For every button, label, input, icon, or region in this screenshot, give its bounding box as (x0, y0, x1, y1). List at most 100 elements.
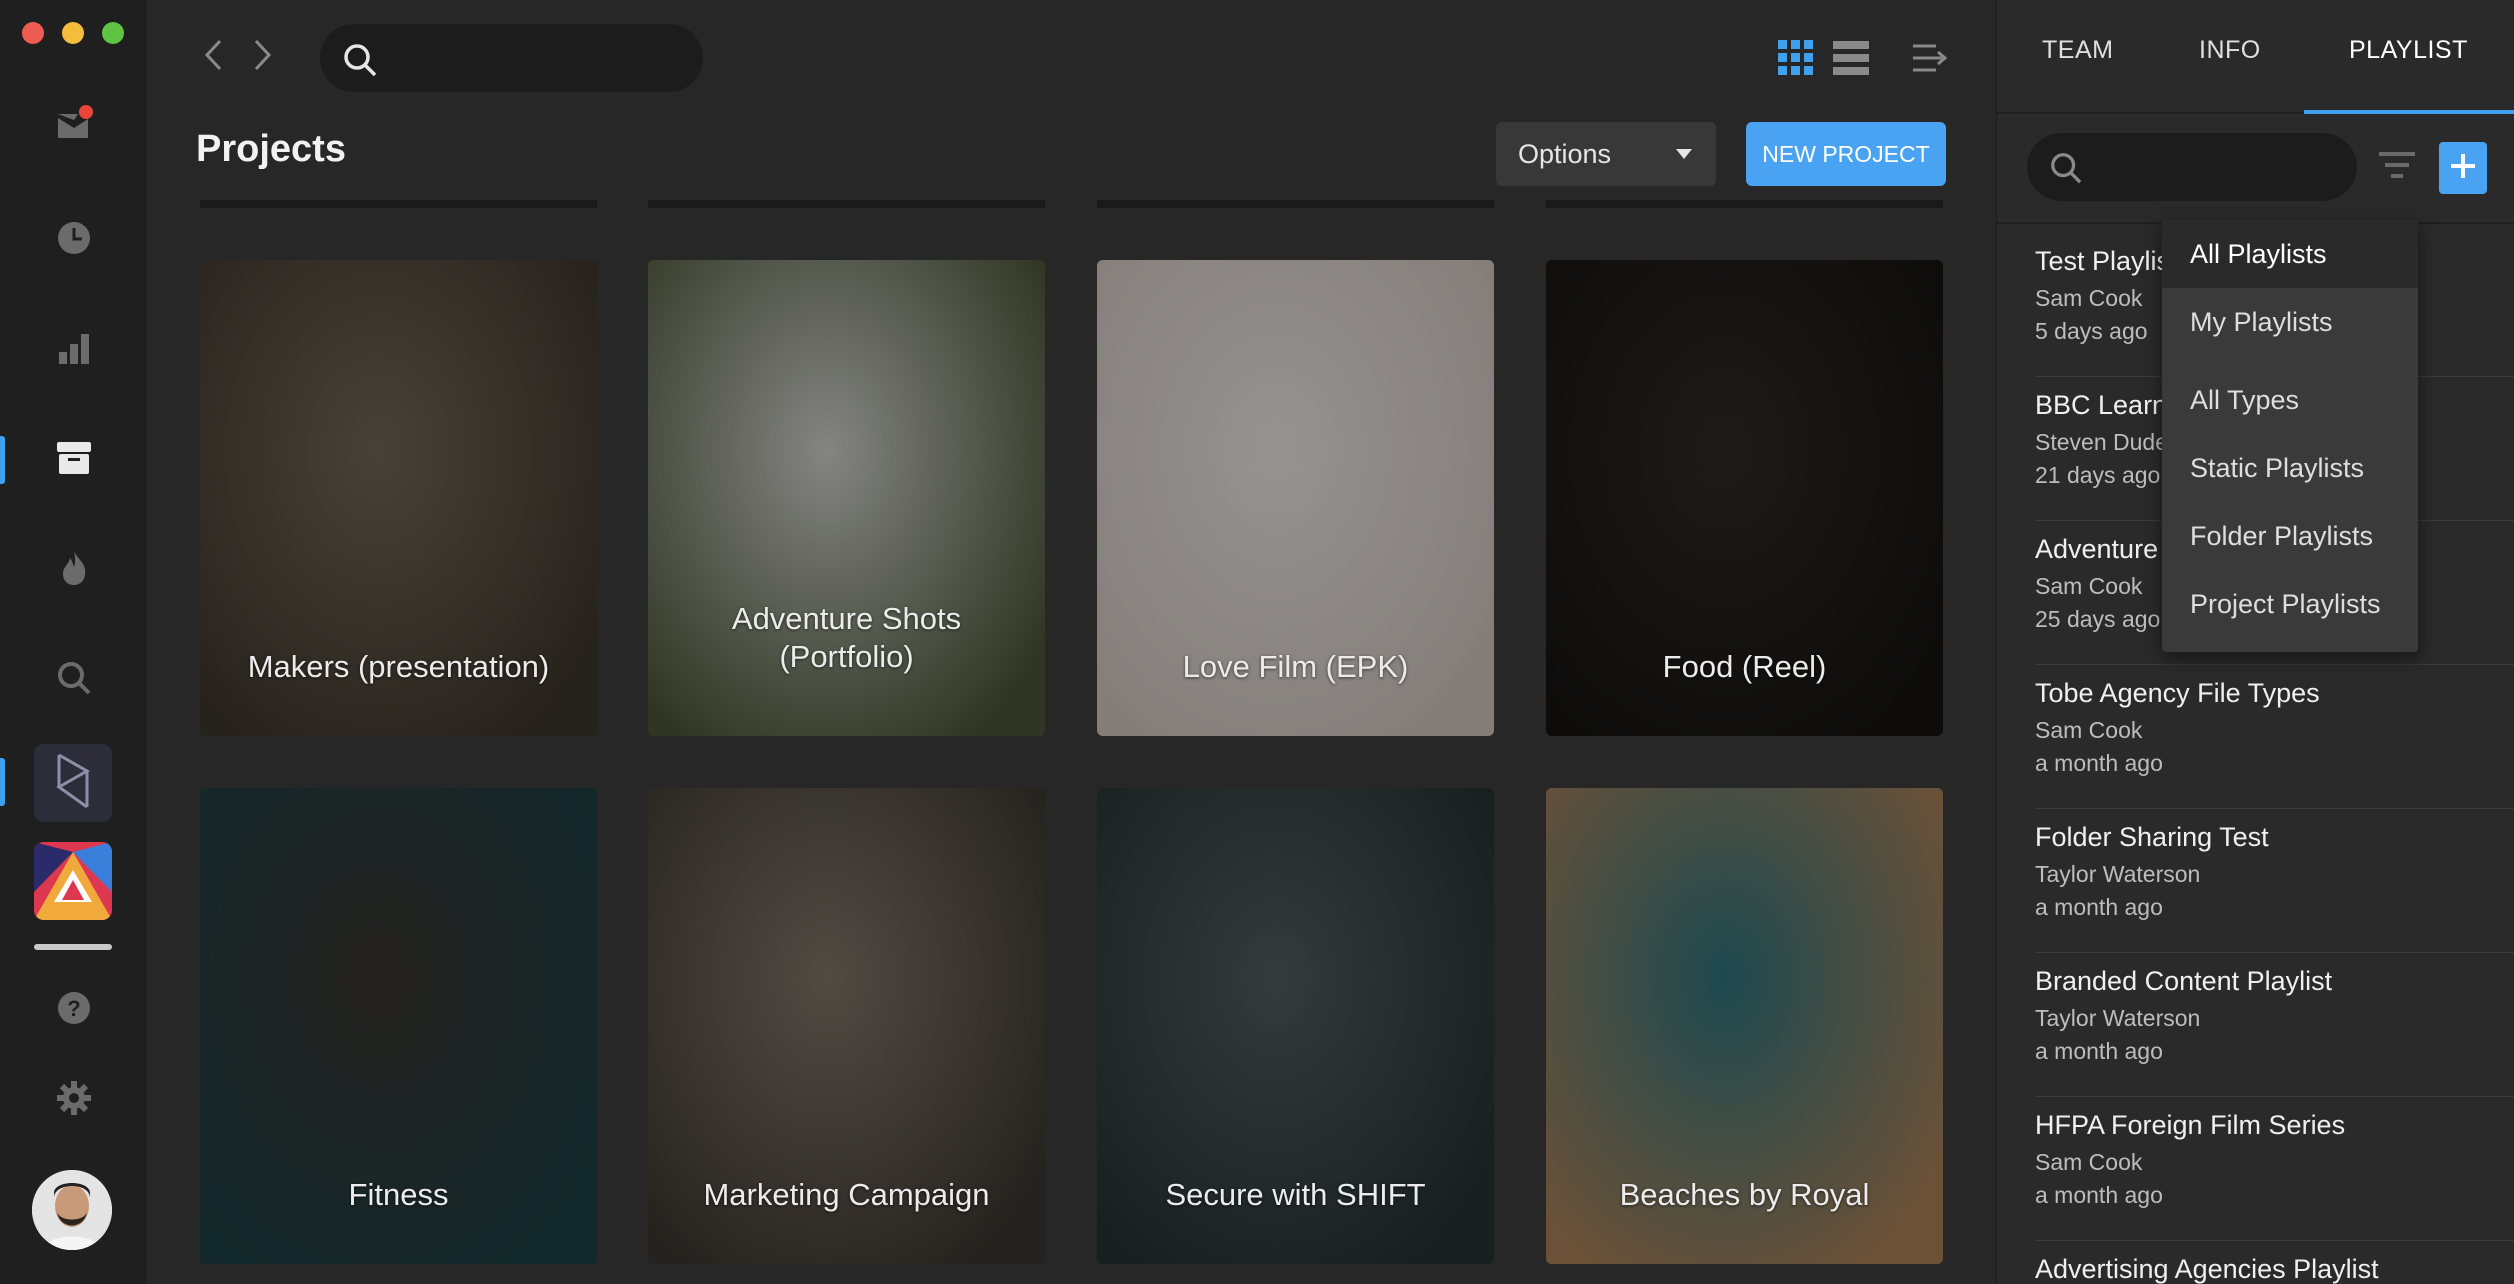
project-card[interactable]: Fitness (200, 788, 597, 1264)
inbox-icon (54, 104, 94, 149)
bar-chart-icon (56, 330, 92, 371)
back-button[interactable] (198, 38, 228, 76)
list-view-button[interactable] (1833, 40, 1869, 76)
chevron-left-icon (203, 38, 223, 77)
active-app-indicator (0, 758, 5, 806)
playlist-owner: Sam Cook (2035, 717, 2143, 743)
app-list-more (34, 944, 112, 950)
sidebar-item-recent[interactable] (0, 200, 147, 280)
filter-menu-item[interactable]: All Types (2162, 366, 2418, 434)
options-dropdown[interactable]: Options (1496, 122, 1716, 186)
gear-icon (56, 1080, 92, 1121)
project-card[interactable]: Beaches by Royal (1546, 788, 1943, 1264)
shift-logo-icon (51, 751, 95, 816)
playlist-date: a month ago (2035, 1182, 2163, 1208)
playlist-item[interactable]: Tobe Agency File Types Sam Cook a month ag… (2035, 678, 2495, 777)
project-card[interactable]: Adventure Shots (Portfolio) (648, 260, 1045, 736)
project-card[interactable]: Marketing Campaign (648, 788, 1045, 1264)
app-creative[interactable] (34, 842, 112, 920)
add-playlist-button[interactable] (2439, 142, 2487, 194)
list-divider (2035, 808, 2514, 809)
tab-info[interactable]: INFO (2199, 36, 2261, 65)
project-card[interactable]: Love Film (EPK) (1097, 260, 1494, 736)
playlist-title: Folder Sharing Test (2035, 822, 2269, 852)
page-title: Projects (196, 128, 346, 170)
search-bar[interactable] (320, 24, 703, 92)
avatar[interactable] (32, 1170, 112, 1250)
filter-menu-item[interactable]: All Playlists (2162, 220, 2418, 288)
playlist-date: a month ago (2035, 1038, 2163, 1064)
sidebar-item-projects[interactable] (0, 420, 147, 500)
filter-menu-item[interactable]: Static Playlists (2162, 434, 2418, 502)
filter-menu-item[interactable]: Project Playlists (2162, 570, 2418, 638)
project-title: Fitness (348, 1177, 449, 1212)
sidebar-item-search[interactable] (0, 640, 147, 720)
window-close-button[interactable] (22, 22, 44, 44)
project-title: Food (Reel) (1662, 649, 1827, 684)
playlist-title: Tobe Agency File Types (2035, 678, 2320, 708)
playlist-title: HFPA Foreign Film Series (2035, 1110, 2346, 1140)
caret-down-icon (1676, 149, 1692, 159)
window-maximize-button[interactable] (102, 22, 124, 44)
tab-team[interactable]: TEAM (2042, 36, 2113, 65)
playlist-search-input[interactable] (2097, 133, 2337, 201)
search-icon (342, 42, 378, 83)
playlist-owner: Sam Cook (2035, 1149, 2143, 1175)
playlist-item[interactable]: Branded Content Playlist Taylor Waterson a… (2035, 966, 2495, 1065)
chevron-right-icon (253, 38, 273, 77)
grid-view-icon (1778, 40, 1814, 80)
project-title: Makers (presentation) (247, 649, 550, 684)
queue-button[interactable] (1912, 40, 1948, 76)
playlist-filter-menu: All Playlists My Playlists All Types Static… (2162, 220, 2418, 652)
archive-box-icon (55, 440, 93, 481)
previous-row-edge (648, 200, 1045, 208)
new-project-button[interactable]: NEW PROJECT (1746, 122, 1946, 186)
playlist-item[interactable]: Folder Sharing Test Taylor Waterson a mont… (2035, 822, 2495, 921)
filter-icon (2377, 152, 2417, 188)
project-title: Secure with SHIFT (1165, 1177, 1426, 1212)
playlist-owner: Taylor Waterson (2035, 861, 2201, 887)
forward-button[interactable] (248, 38, 278, 76)
help-icon: ? (56, 990, 92, 1031)
app-workspace[interactable] (34, 744, 112, 822)
project-card[interactable]: Makers (presentation) (200, 260, 597, 736)
sidebar-item-inbox[interactable] (0, 86, 147, 166)
search-input[interactable] (395, 24, 685, 92)
previous-row-edge (1097, 200, 1494, 208)
clock-icon (56, 220, 92, 261)
filter-button[interactable] (2377, 148, 2417, 184)
flame-icon (59, 549, 89, 592)
playlist-title: Advertising Agencies Playlist (2035, 1254, 2379, 1284)
grid-view-button[interactable] (1778, 40, 1814, 76)
filter-menu-item[interactable]: My Playlists (2162, 288, 2418, 356)
svg-text:?: ? (67, 996, 80, 1021)
options-label: Options (1518, 138, 1612, 169)
list-divider (2035, 1240, 2514, 1241)
search-icon (2049, 151, 2083, 190)
playlist-date: a month ago (2035, 750, 2163, 776)
plus-icon (2449, 152, 2477, 185)
project-card[interactable]: Secure with SHIFT (1097, 788, 1494, 1264)
previous-row-edge (200, 200, 597, 208)
playlist-item[interactable]: HFPA Foreign Film Series Sam Cook a month … (2035, 1110, 2495, 1209)
active-tab-underline (2304, 110, 2514, 114)
playlist-owner: Taylor Waterson (2035, 1005, 2201, 1031)
project-title: Beaches by Royal (1619, 1177, 1870, 1212)
previous-row-edge (1546, 200, 1943, 208)
left-rail: ? (0, 0, 147, 1284)
playlist-search-bar[interactable] (2027, 133, 2357, 201)
geometric-logo-icon (34, 842, 112, 920)
tab-playlist[interactable]: PLAYLIST (2349, 36, 2468, 65)
window-minimize-button[interactable] (62, 22, 84, 44)
list-divider (2035, 952, 2514, 953)
playlist-item[interactable]: Advertising Agencies Playlist (2035, 1254, 2495, 1284)
sidebar-item-help[interactable]: ? (0, 970, 147, 1050)
project-card[interactable]: Food (Reel) (1546, 260, 1943, 736)
list-divider (2035, 1096, 2514, 1097)
list-divider (2035, 664, 2514, 665)
sidebar-item-settings[interactable] (0, 1060, 147, 1140)
sidebar-item-analytics[interactable] (0, 310, 147, 390)
list-view-icon (1833, 41, 1869, 80)
filter-menu-item[interactable]: Folder Playlists (2162, 502, 2418, 570)
sidebar-item-trending[interactable] (0, 530, 147, 610)
